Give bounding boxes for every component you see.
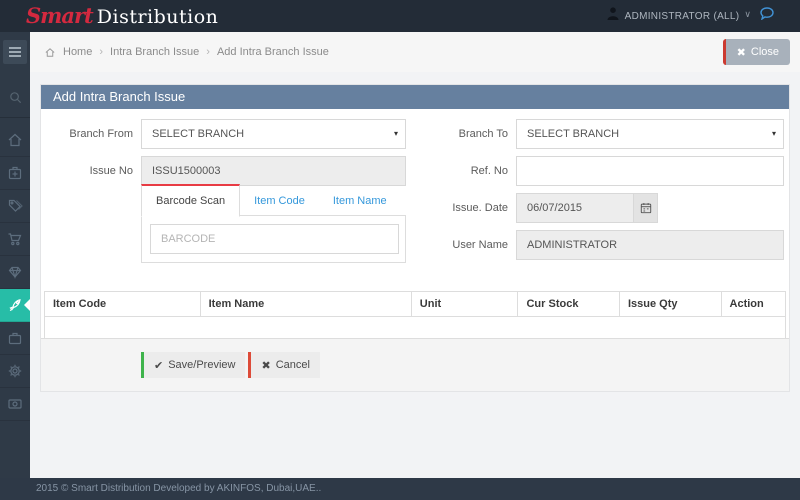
col-item-name: Item Name: [199, 291, 412, 317]
main-content: Home › Intra Branch Issue › Add Intra Br…: [30, 32, 800, 478]
branch-from-select[interactable]: SELECT BRANCH ▾: [141, 119, 406, 149]
breadcrumb-bar: Home › Intra Branch Issue › Add Intra Br…: [30, 32, 800, 72]
branch-from-label: Branch From: [69, 128, 133, 140]
sidebar-item-pricing[interactable]: [0, 190, 30, 223]
check-icon: ✔: [154, 359, 164, 372]
sidebar-item-search[interactable]: [0, 78, 30, 118]
ref-no-field[interactable]: [516, 156, 784, 186]
chevron-down-icon: ∨: [744, 9, 751, 19]
col-issue-qty: Issue Qty: [619, 291, 722, 317]
panel-title: Add Intra Branch Issue: [41, 85, 789, 109]
sidebar-item-items[interactable]: [0, 256, 30, 289]
home-icon: [8, 133, 22, 147]
branch-from-selected-value: SELECT BRANCH: [152, 128, 245, 140]
banknote-icon: [8, 399, 22, 409]
items-table: Item Code Item Name Unit Cur Stock Issue…: [44, 291, 787, 338]
barcode-input[interactable]: [150, 224, 399, 254]
issue-date-field: [516, 193, 634, 223]
breadcrumb: Home › Intra Branch Issue › Add Intra Br…: [44, 32, 329, 72]
calendar-icon: [640, 203, 651, 214]
branch-to-selected-value: SELECT BRANCH: [527, 128, 620, 140]
issue-no-label: Issue No: [89, 165, 133, 177]
sidebar-item-cash[interactable]: [0, 388, 30, 421]
diamond-icon: [8, 266, 22, 279]
sidebar-item-purchase[interactable]: [0, 223, 30, 256]
medkit-icon: [8, 166, 22, 180]
sidebar-item-settings[interactable]: [0, 355, 30, 388]
sidebar-item-home[interactable]: [0, 124, 30, 157]
user-icon: [606, 6, 620, 26]
sidebar-item-stock[interactable]: [0, 157, 30, 190]
close-button[interactable]: ✖ Close: [722, 39, 790, 65]
calendar-button[interactable]: [634, 193, 658, 223]
breadcrumb-intra-branch-issue[interactable]: Intra Branch Issue: [110, 46, 199, 58]
chat-icon[interactable]: [760, 7, 774, 25]
logo-smart: Smart: [26, 3, 94, 28]
panel-footer: ✔ Save/Preview ✖ Cancel: [41, 338, 789, 391]
user-name-label: User Name: [452, 239, 508, 251]
breadcrumb-home[interactable]: Home: [63, 46, 92, 58]
caret-down-icon: ▾: [771, 129, 776, 138]
panel-body: Branch From SELECT BRANCH ▾ Branch To SE…: [41, 109, 789, 338]
breadcrumb-current: Add Intra Branch Issue: [216, 46, 329, 58]
close-icon: ✖: [736, 46, 746, 59]
cancel-label: Cancel: [275, 359, 310, 371]
ref-no-label: Ref. No: [470, 165, 508, 177]
user-menu[interactable]: ADMINISTRATOR (ALL) ∨: [606, 0, 774, 32]
branch-to-label: Branch To: [458, 128, 508, 140]
home-icon: [45, 47, 55, 57]
sidebar-toggle[interactable]: [3, 40, 27, 64]
cancel-button[interactable]: ✖ Cancel: [248, 352, 320, 378]
briefcase-icon: [8, 332, 22, 345]
col-action: Action: [720, 291, 787, 317]
sidebar-item-case[interactable]: [0, 322, 30, 355]
tab-barcode-scan[interactable]: Barcode Scan: [141, 184, 241, 217]
logo-distribution: Distribution: [96, 6, 219, 28]
app-logo: Smart Distribution: [26, 0, 218, 32]
branch-to-select[interactable]: SELECT BRANCH ▾: [516, 119, 784, 149]
add-intra-branch-issue-panel: Add Intra Branch Issue Branch From SELEC…: [40, 84, 790, 392]
rocket-icon: [9, 299, 21, 312]
breadcrumb-separator: ›: [99, 46, 104, 58]
barcode-tab-panel: [141, 215, 406, 263]
col-unit: Unit: [410, 291, 519, 317]
sidebar-item-branch-issue[interactable]: [0, 289, 30, 322]
col-cur-stock: Cur Stock: [517, 291, 620, 317]
tab-item-name[interactable]: Item Name: [319, 186, 401, 216]
close-button-label: Close: [750, 46, 779, 58]
menu-icon: [9, 47, 21, 57]
search-icon: [9, 92, 21, 104]
item-entry-tabs: Barcode Scan Item Code Item Name: [141, 184, 406, 217]
breadcrumb-separator: ›: [206, 46, 210, 58]
table-header-row: Item Code Item Name Unit Cur Stock Issue…: [44, 291, 787, 317]
user-label: ADMINISTRATOR (ALL): [624, 10, 740, 22]
page-footer: 2015 © Smart Distribution Developed by A…: [0, 478, 800, 500]
top-navbar: Smart Distribution ADMINISTRATOR (ALL) ∨: [0, 0, 800, 32]
sidebar: [0, 32, 30, 478]
tags-icon: [8, 199, 23, 212]
col-item-code: Item Code: [44, 291, 201, 317]
issue-date-label: Issue. Date: [452, 202, 508, 214]
user-name-field: [516, 230, 784, 260]
caret-down-icon: ▾: [393, 129, 398, 138]
active-item-notch: [24, 299, 30, 311]
copyright-text: 2015 © Smart Distribution Developed by A…: [36, 483, 322, 494]
issue-no-field: [141, 156, 406, 186]
save-preview-button[interactable]: ✔ Save/Preview: [141, 352, 246, 378]
save-preview-label: Save/Preview: [168, 359, 236, 371]
cart-icon: [8, 233, 22, 246]
table-empty-row: [44, 316, 786, 338]
x-icon: ✖: [261, 359, 271, 372]
tab-item-code[interactable]: Item Code: [240, 186, 319, 216]
gear-icon: [8, 364, 22, 378]
